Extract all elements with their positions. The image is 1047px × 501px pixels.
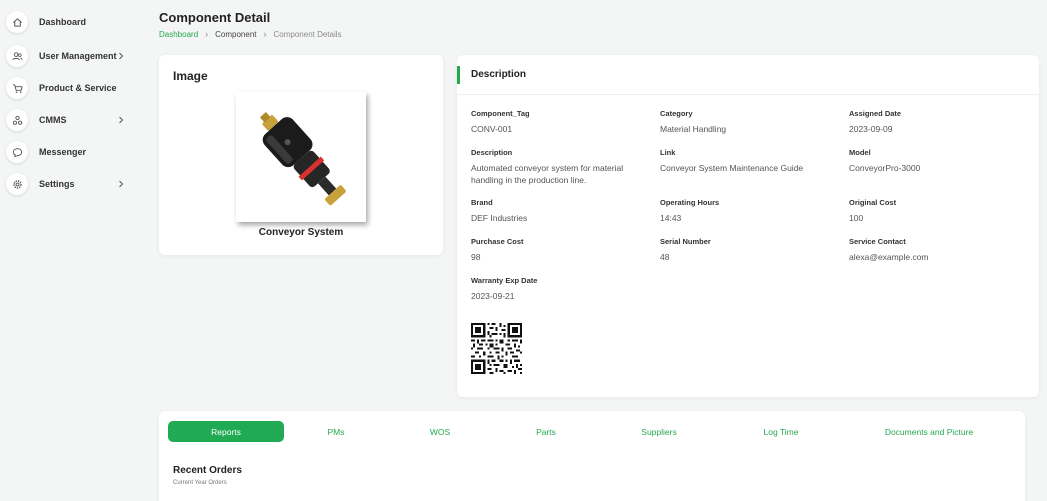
description-card: Description Component_Tag CONV-001 Categ…	[457, 55, 1039, 397]
field-description: Description Automated conveyor system fo…	[471, 148, 624, 185]
field-purchase-cost: Purchase Cost 98	[471, 237, 524, 262]
recent-orders-title: Recent Orders	[173, 465, 242, 476]
sidebar-item-label: Product & Service	[39, 83, 117, 93]
field-operating-hours: Operating Hours 14:43	[660, 198, 720, 223]
field-serial-number: Serial Number 48	[660, 237, 711, 262]
field-assigned-date: Assigned Date 2023-09-09	[849, 109, 902, 134]
field-model: Model ConveyorPro-3000	[849, 148, 921, 173]
sidebar-item-dashboard[interactable]: Dashboard	[6, 8, 134, 36]
sidebar-item-label: CMMS	[39, 115, 67, 125]
field-link: Link Conveyor System Maintenance Guide	[660, 148, 830, 174]
home-icon	[6, 11, 28, 33]
tab-reports[interactable]: Reports	[168, 421, 284, 442]
maintenance-guide-link[interactable]: Conveyor System Maintenance Guide	[660, 162, 830, 174]
tab-parts[interactable]: Parts	[518, 421, 574, 442]
cart-icon	[6, 77, 28, 99]
description-title: Description	[471, 69, 527, 80]
field-service-contact: Service Contact alexa@example.com	[849, 237, 929, 262]
sidebar-item-label: Messenger	[39, 147, 87, 157]
image-card: Image Conveyor System	[159, 55, 443, 255]
chevron-right-icon: ›	[263, 29, 267, 39]
field-brand: Brand DEF Industries	[471, 198, 528, 223]
tab-wos[interactable]: WOS	[414, 421, 466, 442]
tab-pms[interactable]: PMs	[305, 421, 367, 442]
page-title: Component Detail	[159, 10, 271, 25]
sidebar-item-messenger[interactable]: Messenger	[6, 138, 134, 166]
tabs-card: Reports PMs WOS Parts Suppliers Log Time…	[159, 411, 1025, 501]
sidebar-item-label: User Management	[39, 51, 117, 61]
sidebar-item-label: Dashboard	[39, 17, 87, 27]
breadcrumb: Dashboard › Component › Component Detail…	[159, 29, 342, 39]
sidebar-item-cmms[interactable]: CMMS	[6, 106, 134, 134]
description-header: Description	[457, 66, 1039, 84]
field-warranty-exp-date: Warranty Exp Date 2023-09-21	[471, 276, 538, 301]
tab-suppliers[interactable]: Suppliers	[625, 421, 693, 442]
field-original-cost: Original Cost 100	[849, 198, 897, 223]
breadcrumb-dashboard-link[interactable]: Dashboard	[159, 30, 198, 39]
tab-log-time[interactable]: Log Time	[746, 421, 816, 442]
sidebar-item-user-management[interactable]: User Management	[6, 42, 134, 70]
breadcrumb-current: Component Details	[273, 29, 342, 39]
chevron-right-icon	[116, 178, 126, 190]
gear-icon	[6, 173, 28, 195]
chevron-right-icon	[116, 114, 126, 126]
chevron-right-icon	[116, 50, 126, 62]
image-card-title: Image	[173, 69, 208, 83]
chevron-right-icon: ›	[205, 29, 209, 39]
tab-documents-and-picture[interactable]: Documents and Picture	[877, 421, 981, 442]
recent-orders-subtitle: Current Year Orders	[173, 480, 227, 486]
qr-code	[471, 323, 522, 374]
image-caption: Conveyor System	[258, 227, 344, 238]
sidebar-item-settings[interactable]: Settings	[6, 170, 134, 198]
accent-bar	[457, 66, 460, 84]
divider	[457, 94, 1039, 95]
component-photo[interactable]	[236, 92, 366, 222]
users-icon	[6, 45, 28, 67]
sidebar-item-product-service[interactable]: Product & Service	[6, 74, 134, 102]
cluster-icon	[6, 109, 28, 131]
breadcrumb-component-link[interactable]: Component	[215, 30, 256, 39]
shock-absorber-image	[236, 92, 366, 222]
field-category: Category Material Handling	[660, 109, 727, 134]
chat-icon	[6, 141, 28, 163]
sidebar-item-label: Settings	[39, 179, 75, 189]
sidebar: Dashboard User Management Product & Serv…	[0, 0, 140, 501]
field-component-tag: Component_Tag CONV-001	[471, 109, 530, 134]
